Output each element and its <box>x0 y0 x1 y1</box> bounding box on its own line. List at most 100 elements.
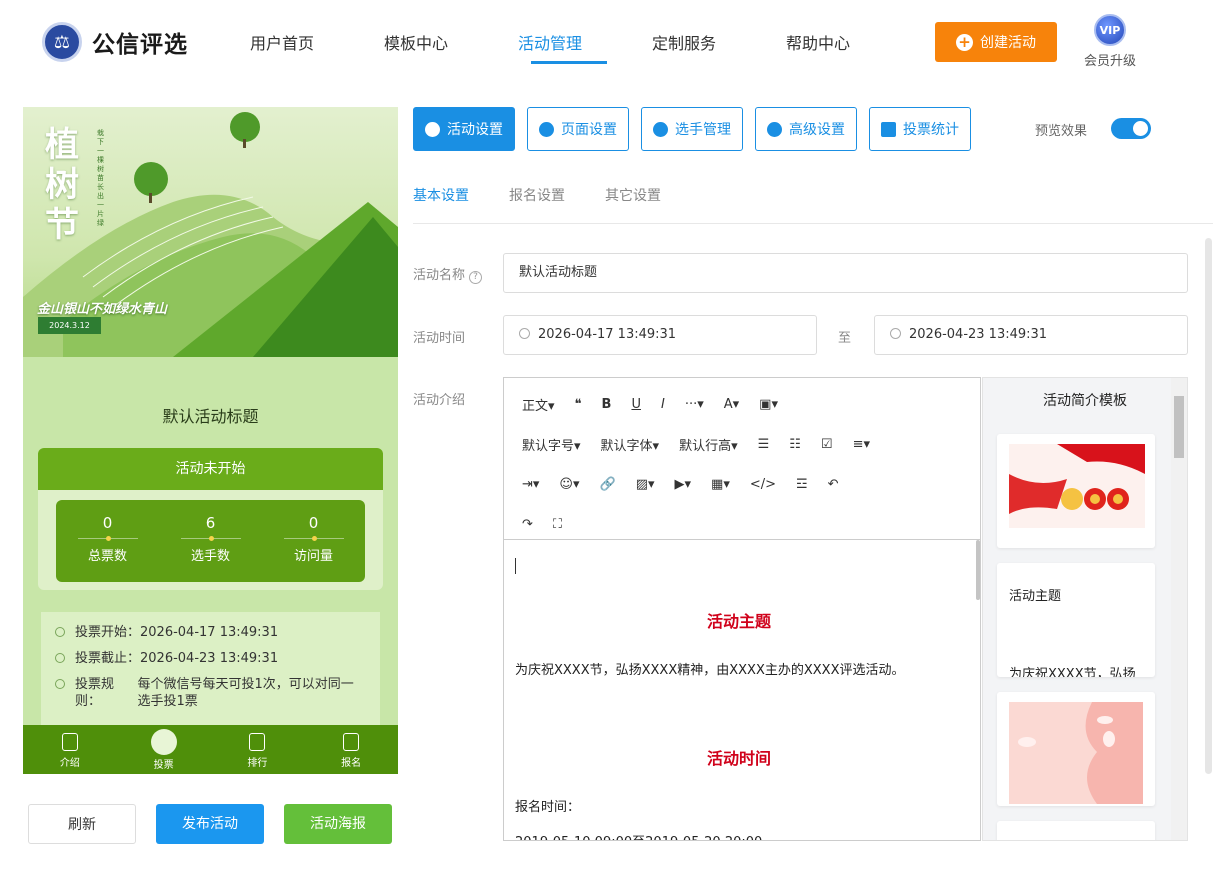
preview-tabbar: 介绍 投票 排行 报名 <box>23 725 398 774</box>
stat-divider <box>77 536 138 541</box>
italic-icon[interactable]: I <box>661 397 665 412</box>
divider-icon[interactable]: ☲ <box>796 477 808 492</box>
create-activity-button[interactable]: + 创建活动 <box>935 22 1057 62</box>
main-nav: 用户首页 模板中心 活动管理 定制服务 帮助中心 <box>250 30 920 64</box>
activity-name-input[interactable]: 默认活动标题 <box>503 253 1188 293</box>
nav-help[interactable]: 帮助中心 <box>786 30 920 64</box>
tab-ranking[interactable]: 排行 <box>211 725 305 774</box>
advanced-settings-button[interactable]: 高级设置 <box>755 107 857 151</box>
bullet-list-icon[interactable]: ☰ <box>758 437 770 452</box>
end-time-input[interactable]: 2026-04-23 13:49:31 <box>874 315 1188 355</box>
activity-settings-button[interactable]: 活动设置 <box>413 107 515 151</box>
todo-icon[interactable]: ☑ <box>821 437 833 452</box>
background-color-icon[interactable]: ▣▾ <box>759 397 778 412</box>
nav-home[interactable]: 用户首页 <box>250 30 384 64</box>
poster-button[interactable]: 活动海报 <box>284 804 392 844</box>
template-card-pink[interactable] <box>997 692 1155 806</box>
editor-content[interactable]: 活动主题 为庆祝XXXX节，弘扬XXXX精神，由XXXX主办的XXXX评选活动。… <box>504 540 980 840</box>
preview-actions: 刷新 发布活动 活动海报 <box>28 804 412 844</box>
top-header: ⚖ 公信评选 用户首页 模板中心 活动管理 定制服务 帮助中心 + 创建活动 V… <box>0 0 1229 88</box>
font-color-icon[interactable]: A▾ <box>724 397 739 412</box>
template-card-text: 为庆祝XXXX节，弘扬 <box>1009 667 1136 677</box>
underline-icon[interactable]: U <box>631 397 641 412</box>
banner-slogan: 金山银山不如绿水青山 <box>37 302 168 317</box>
button-label: 活动设置 <box>447 122 503 138</box>
subtab-other[interactable]: 其它设置 <box>605 185 661 205</box>
template-card-text[interactable]: 活动主题 为庆祝XXXX节，弘扬 <box>997 563 1155 677</box>
subtab-signup[interactable]: 报名设置 <box>509 185 565 205</box>
clock-icon <box>519 328 530 339</box>
line-height-dropdown[interactable]: 默认行高▾ <box>679 435 738 454</box>
scrollbar-thumb[interactable] <box>1174 396 1184 458</box>
font-size-dropdown[interactable]: 默认字号▾ <box>522 435 581 454</box>
help-icon[interactable]: ? <box>469 271 483 284</box>
content-paragraph: 为庆祝XXXX节，弘扬XXXX精神，由XXXX主办的XXXX评选活动。 <box>515 663 905 678</box>
stat-label: 访问量 <box>293 549 333 564</box>
template-panel-scrollbar[interactable] <box>1171 378 1187 840</box>
subtab-basic[interactable]: 基本设置 <box>413 185 469 205</box>
link-icon[interactable]: 🔗 <box>600 477 616 492</box>
settings-subtabs: 基本设置 报名设置 其它设置 <box>413 185 701 205</box>
indent-icon[interactable]: ⇥▾ <box>522 477 539 492</box>
editor-toolbar: 正文▾ ❝ B U I ···▾ A▾ ▣▾ 默认字号▾ 默认字体▾ 默认行高▾… <box>504 378 980 540</box>
preview-toggle[interactable] <box>1111 118 1151 139</box>
vip-upgrade[interactable]: VIP 会员升级 <box>1080 14 1140 69</box>
toolbar-row: 默认字号▾ 默认字体▾ 默认行高▾ ☰ ☷ ☑ ≡▾ <box>512 424 972 464</box>
video-icon[interactable]: ▶▾ <box>675 477 692 492</box>
info-vote-start: 投票开始： 2026-04-17 13:49:31 <box>55 624 366 641</box>
stat-value: 0 <box>102 514 113 532</box>
align-icon[interactable]: ≡▾ <box>853 437 870 452</box>
nav-custom-service[interactable]: 定制服务 <box>652 30 786 64</box>
code-icon[interactable]: </> <box>750 477 776 492</box>
template-card-festive[interactable] <box>997 434 1155 548</box>
numbered-list-icon[interactable]: ☷ <box>789 437 801 452</box>
publish-button[interactable]: 发布活动 <box>156 804 264 844</box>
tab-label: 投票 <box>153 760 174 771</box>
editor-scrollbar[interactable] <box>976 540 980 600</box>
template-card[interactable] <box>997 821 1155 840</box>
stat-value: 6 <box>205 514 216 532</box>
button-label: 选手管理 <box>675 122 731 138</box>
stat-contestants: 6 选手数 <box>159 500 262 582</box>
vote-icon <box>150 729 177 755</box>
start-time-input[interactable]: 2026-04-17 13:49:31 <box>503 315 817 355</box>
label-text: 活动名称 <box>413 268 466 283</box>
tab-signup[interactable]: 报名 <box>304 725 398 774</box>
template-panel-title: 活动简介模板 <box>1043 393 1127 409</box>
tab-vote[interactable]: 投票 <box>117 725 211 774</box>
nav-activity-management[interactable]: 活动管理 <box>518 30 652 64</box>
paragraph-style-dropdown[interactable]: 正文▾ <box>522 395 555 414</box>
contestant-management-button[interactable]: 选手管理 <box>641 107 743 151</box>
nav-templates[interactable]: 模板中心 <box>384 30 518 64</box>
settings-toolbar: 活动设置 页面设置 选手管理 高级设置 投票统计 <box>413 107 983 151</box>
brand-name: 公信评选 <box>92 32 188 58</box>
fullscreen-icon[interactable]: ⛶ <box>553 517 562 532</box>
more-icon[interactable]: ···▾ <box>685 397 704 412</box>
image-icon[interactable]: ▨▾ <box>636 477 655 492</box>
users-icon <box>653 121 668 137</box>
page-scrollbar[interactable] <box>1205 238 1212 774</box>
page-settings-button[interactable]: 页面设置 <box>527 107 629 151</box>
refresh-button[interactable]: 刷新 <box>28 804 136 844</box>
pink-template-image <box>1009 702 1143 804</box>
quote-icon[interactable]: ❝ <box>575 397 582 412</box>
subtab-divider <box>413 223 1213 224</box>
font-family-dropdown[interactable]: 默认字体▾ <box>601 435 660 454</box>
document-icon <box>61 733 78 751</box>
vote-statistics-button[interactable]: 投票统计 <box>869 107 971 151</box>
star-icon <box>425 121 440 137</box>
activity-time-label: 活动时间 <box>413 331 466 346</box>
info-value: 2026-04-17 13:49:31 <box>140 625 279 640</box>
brand-logo[interactable]: ⚖ 公信评选 <box>42 22 188 62</box>
template-card-title: 活动主题 <box>1009 589 1062 604</box>
vip-icon: VIP <box>1094 14 1126 46</box>
gear-icon <box>539 121 554 137</box>
tab-intro[interactable]: 介绍 <box>23 725 117 774</box>
emoji-icon[interactable]: ☺▾ <box>559 477 579 492</box>
undo-icon[interactable]: ↶ <box>828 477 839 492</box>
redo-icon[interactable]: ↷ <box>522 517 533 532</box>
end-time-value: 2026-04-23 13:49:31 <box>909 327 1048 342</box>
tab-label: 排行 <box>247 758 268 769</box>
bold-icon[interactable]: B <box>602 397 612 412</box>
table-icon[interactable]: ▦▾ <box>711 477 730 492</box>
